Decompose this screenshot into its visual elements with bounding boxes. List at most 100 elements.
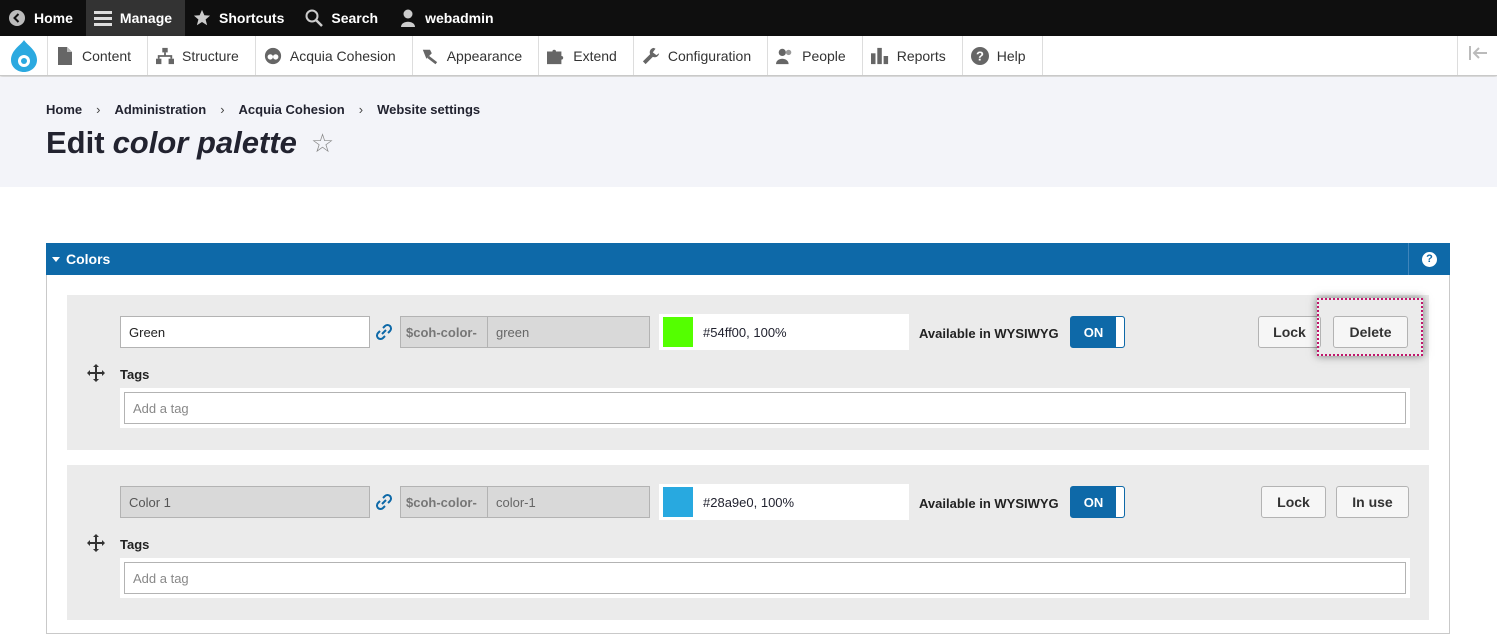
color-value: #54ff00, 100% bbox=[703, 324, 787, 340]
tray-item-label: Extend bbox=[573, 47, 617, 64]
toolbar-home[interactable]: Home bbox=[0, 0, 86, 36]
page-title-plain: Edit bbox=[46, 125, 105, 160]
variable-name-field: $coh-color- green bbox=[400, 316, 650, 348]
breadcrumb: Home › Administration › Acquia Cohesion … bbox=[46, 102, 480, 117]
color-swatch[interactable] bbox=[663, 317, 693, 347]
toolbar-user[interactable]: webadmin bbox=[391, 0, 506, 36]
color-value: #28a9e0, 100% bbox=[703, 494, 795, 510]
toolbar-home-label: Home bbox=[34, 10, 73, 26]
tray-item-label: Structure bbox=[182, 47, 239, 64]
tray-item-label: Appearance bbox=[446, 47, 523, 64]
tags-container: Add a tag bbox=[120, 388, 1410, 428]
bar-chart-icon bbox=[870, 47, 889, 65]
toolbar-manage[interactable]: Manage bbox=[85, 0, 186, 36]
link-icon[interactable] bbox=[375, 493, 393, 511]
tags-input[interactable]: Add a tag bbox=[124, 562, 1406, 594]
people-icon bbox=[776, 47, 794, 65]
cohesion-icon bbox=[264, 47, 282, 65]
drag-handle-icon[interactable] bbox=[86, 363, 106, 383]
color-row: Green $coh-color- green #54ff00, 100% Av… bbox=[67, 295, 1429, 450]
panel-help-button[interactable]: ? bbox=[1408, 243, 1450, 275]
tray-item-appearance[interactable]: Appearance bbox=[413, 36, 540, 75]
tags-label: Tags bbox=[120, 537, 150, 552]
tray-item-label: Help bbox=[996, 47, 1026, 64]
colors-panel-header[interactable]: Colors ? bbox=[46, 243, 1450, 275]
toggle-state: ON bbox=[1083, 324, 1104, 340]
toggle-state: ON bbox=[1083, 494, 1104, 510]
wysiwyg-label: Available in WYSIWYG bbox=[919, 496, 1059, 511]
delete-button-highlight bbox=[1317, 298, 1423, 356]
tray-item-help[interactable]: ? Help bbox=[963, 36, 1043, 75]
caret-down-icon bbox=[52, 256, 60, 262]
user-icon bbox=[399, 9, 417, 27]
color-picker[interactable]: #28a9e0, 100% bbox=[659, 484, 909, 520]
breadcrumb-separator: › bbox=[358, 102, 364, 117]
hamburger-icon bbox=[93, 9, 112, 27]
tray-item-structure[interactable]: Structure bbox=[148, 36, 256, 75]
variable-prefix: $coh-color- bbox=[401, 487, 488, 517]
toggle-knob bbox=[1116, 317, 1124, 347]
breadcrumb-home[interactable]: Home bbox=[46, 102, 82, 117]
tags-label: Tags bbox=[120, 367, 150, 382]
variable-suffix: color-1 bbox=[496, 494, 536, 510]
wysiwyg-toggle[interactable]: ON bbox=[1070, 316, 1125, 348]
search-icon bbox=[305, 9, 324, 27]
structure-icon bbox=[156, 47, 175, 65]
link-icon[interactable] bbox=[375, 323, 393, 341]
tray-item-configuration[interactable]: Configuration bbox=[634, 36, 769, 75]
color-name-input: Color 1 bbox=[120, 486, 370, 518]
wysiwyg-label: Available in WYSIWYG bbox=[919, 326, 1059, 341]
lock-button[interactable]: Lock bbox=[1261, 486, 1326, 518]
tags-container: Add a tag bbox=[120, 558, 1410, 598]
tray-item-acquia-cohesion[interactable]: Acquia Cohesion bbox=[256, 36, 413, 75]
color-name-input[interactable]: Green bbox=[120, 316, 370, 348]
breadcrumb-separator: › bbox=[96, 102, 101, 117]
tray-item-content[interactable]: Content bbox=[48, 36, 149, 75]
color-row: Color 1 $coh-color- color-1 #28a9e0, 100… bbox=[67, 465, 1429, 620]
breadcrumb-administration[interactable]: Administration bbox=[114, 102, 206, 117]
drupal-logo[interactable] bbox=[0, 36, 48, 75]
help-circle-icon: ? bbox=[970, 46, 989, 65]
variable-prefix: $coh-color- bbox=[401, 317, 488, 347]
wrench-icon bbox=[642, 47, 660, 65]
svg-text:?: ? bbox=[976, 48, 984, 63]
color-swatch[interactable] bbox=[663, 487, 693, 517]
back-arrow-icon bbox=[8, 9, 26, 27]
star-icon bbox=[193, 9, 211, 27]
tray-item-label: Acquia Cohesion bbox=[289, 47, 396, 64]
toggle-knob bbox=[1116, 487, 1124, 517]
toolbar-user-label: webadmin bbox=[425, 10, 494, 26]
color-picker[interactable]: #54ff00, 100% bbox=[659, 314, 909, 350]
shortcut-star-icon[interactable]: ☆ bbox=[311, 128, 334, 159]
colors-panel: Colors ? Green $coh-color- green #54ff00… bbox=[46, 243, 1450, 634]
page-title: Edit color palette ☆ bbox=[46, 125, 334, 161]
toolbar-shortcuts-label: Shortcuts bbox=[219, 10, 285, 26]
toolbar-manage-label: Manage bbox=[119, 10, 173, 26]
document-icon bbox=[56, 46, 74, 65]
tray-item-label: Configuration bbox=[667, 47, 752, 64]
paintbrush-icon bbox=[421, 47, 439, 65]
breadcrumb-acquia-cohesion[interactable]: Acquia Cohesion bbox=[239, 102, 345, 117]
lock-button[interactable]: Lock bbox=[1258, 316, 1321, 348]
page-header: Home › Administration › Acquia Cohesion … bbox=[0, 77, 1497, 187]
variable-name-field: $coh-color- color-1 bbox=[400, 486, 650, 518]
tags-input[interactable]: Add a tag bbox=[124, 392, 1406, 424]
toolbar-search[interactable]: Search bbox=[297, 0, 391, 36]
tray-item-people[interactable]: People bbox=[768, 36, 863, 75]
help-icon: ? bbox=[1422, 251, 1437, 267]
wysiwyg-toggle[interactable]: ON bbox=[1070, 486, 1125, 518]
tray-item-label: Reports bbox=[896, 47, 946, 64]
toolbar-shortcuts[interactable]: Shortcuts bbox=[185, 0, 297, 36]
drag-handle-icon[interactable] bbox=[86, 533, 106, 553]
tray-item-extend[interactable]: Extend bbox=[539, 36, 634, 75]
tray-item-reports[interactable]: Reports bbox=[863, 36, 963, 75]
tray-item-label: Content bbox=[82, 47, 132, 64]
colors-panel-title: Colors bbox=[66, 251, 111, 267]
breadcrumb-website-settings[interactable]: Website settings bbox=[377, 102, 480, 117]
variable-suffix: green bbox=[496, 324, 530, 340]
in-use-button[interactable]: In use bbox=[1336, 486, 1409, 518]
collapse-tray-button[interactable] bbox=[1457, 36, 1497, 75]
page-title-emphasis: color palette bbox=[112, 125, 297, 160]
collapse-icon bbox=[1468, 46, 1487, 65]
toolbar-search-label: Search bbox=[331, 10, 379, 26]
